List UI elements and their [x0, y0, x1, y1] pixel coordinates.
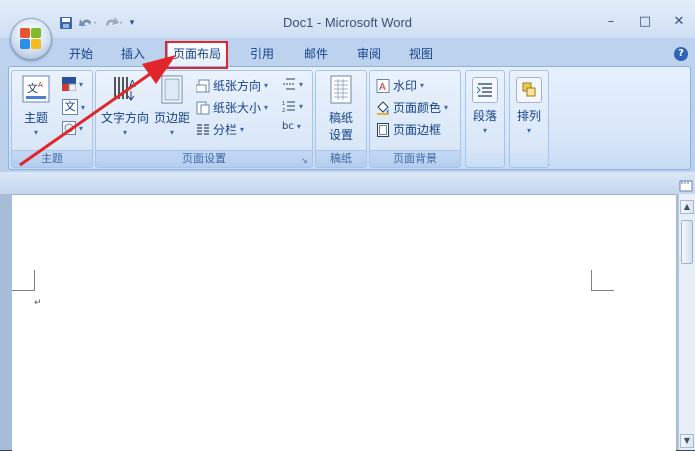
word-window: ▾ Doc1 - Microsoft Word – □ ✕ 开始 插入 页面布局… [0, 0, 695, 451]
watermark-button[interactable]: A 水印 ▾ [376, 77, 424, 94]
maximize-button[interactable]: □ [637, 14, 653, 29]
line-numbers-button[interactable]: 1 2 ▾ [282, 99, 303, 114]
watermark-icon: A [376, 78, 390, 93]
dialog-launcher-icon[interactable]: ↘ [301, 156, 310, 165]
page-color-button[interactable]: 页面颜色 ▾ [376, 99, 448, 116]
size-label: 纸张大小 [213, 101, 262, 115]
page-borders-button[interactable]: 页面边框 [376, 121, 441, 138]
draft-paper-icon [327, 75, 355, 105]
svg-text:2: 2 [282, 108, 285, 113]
watermark-label: 水印 [393, 79, 418, 93]
theme-effects-button[interactable]: ▾ [62, 121, 83, 135]
theme-colors-button[interactable]: ▾ [62, 77, 83, 92]
office-logo-icon [20, 28, 42, 50]
tab-highlight-box [165, 41, 228, 69]
arrange-icon [516, 77, 542, 103]
arrange-button[interactable]: 排列 ▾ [513, 77, 545, 135]
group-themes: 文A 主题 ▾ ▾ 文 ▾ ▾ 主题 [11, 70, 93, 168]
tab-insert[interactable]: 插入 [118, 44, 148, 64]
arrange-label: 排列 [516, 109, 541, 123]
group-page-background: A 水印 ▾ 页面颜色 ▾ 页面边框 页面背景 [369, 70, 461, 168]
paragraph-label: 段落 [472, 109, 497, 123]
tab-view[interactable]: 视图 [406, 44, 436, 64]
paper-size-icon [196, 101, 210, 115]
theme-fonts-icon: 文 [62, 99, 78, 115]
text-direction-label: 文字方向 [100, 111, 149, 125]
ruler-strip [0, 172, 695, 194]
group-label-page-background: 页面背景 [370, 150, 460, 167]
group-draft-paper: 稿纸 设置 稿纸 [315, 70, 367, 168]
margins-label: 页边距 [153, 111, 190, 125]
breaks-button[interactable]: ▾ [282, 77, 303, 91]
theme-colors-icon [62, 77, 77, 92]
theme-fonts-button[interactable]: 文 ▾ [62, 99, 85, 115]
themes-button[interactable]: 文A 主题 ▾ [16, 75, 56, 137]
group-paragraph: 段落 ▾ [465, 70, 505, 168]
window-controls: – □ ✕ [603, 14, 687, 29]
page-borders-label: 页面边框 [393, 123, 442, 137]
group-label-themes: 主题 [12, 150, 92, 167]
tab-home[interactable]: 开始 [66, 44, 96, 64]
hyphenation-button[interactable]: bc ▾ [282, 121, 301, 132]
group-label-page-setup: 页面设置 [96, 150, 312, 167]
orientation-button[interactable]: 纸张方向 ▾ [195, 77, 268, 94]
chevron-down-icon: ▾ [33, 128, 38, 137]
columns-icon [196, 123, 210, 137]
paint-bucket-icon [376, 100, 390, 115]
minimize-button[interactable]: – [603, 14, 619, 29]
scroll-down-button[interactable]: ▼ [680, 434, 694, 448]
theme-effects-icon [62, 121, 76, 135]
document-page[interactable] [12, 194, 676, 451]
margin-corner-right [591, 270, 614, 291]
page-color-label: 页面颜色 [393, 101, 442, 115]
themes-icon: 文A [22, 75, 50, 105]
chevron-down-icon: ▾ [122, 128, 127, 137]
scroll-up-button[interactable]: ▲ [680, 200, 694, 214]
svg-text:1: 1 [282, 101, 285, 107]
breaks-icon [282, 77, 296, 91]
hyphenation-icon: bc [282, 121, 294, 132]
svg-text:文: 文 [27, 81, 38, 95]
page-borders-icon [376, 122, 390, 137]
size-button[interactable]: 纸张大小 ▾ [196, 99, 268, 116]
group-label-draft-paper: 稿纸 [316, 150, 366, 167]
group-page-setup: A 文字方向 ▾ 页边距 ▾ 纸张方向 ▾ 纸张大小 ▾ 分栏 ▾ ▾ 1 2 … [95, 70, 313, 168]
ribbon: 文A 主题 ▾ ▾ 文 ▾ ▾ 主题 A 文字方向 ▾ 页边距 ▾ 纸张方向 ▾… [8, 66, 691, 170]
window-title: Doc1 - Microsoft Word [282, 15, 413, 30]
chevron-down-icon: ▾ [526, 126, 531, 135]
paragraph-button[interactable]: 段落 ▾ [469, 77, 501, 135]
line-numbers-icon: 12 [282, 99, 296, 114]
svg-text:A: A [38, 81, 43, 89]
tab-review[interactable]: 审阅 [354, 44, 384, 64]
ruler-toggle-icon[interactable] [679, 179, 693, 193]
themes-label: 主题 [23, 111, 48, 125]
orientation-icon [195, 79, 210, 93]
text-direction-icon: A [111, 75, 139, 105]
ribbon-tabs: 开始 插入 页面布局 引用 邮件 审阅 视图 [0, 40, 695, 67]
columns-button[interactable]: 分栏 ▾ [196, 121, 244, 138]
office-button[interactable] [10, 18, 52, 60]
draft-setup-label-1: 稿纸 [328, 111, 353, 125]
orientation-label: 纸张方向 [213, 79, 262, 93]
tab-references[interactable]: 引用 [247, 44, 277, 64]
paragraph-icon [472, 77, 498, 103]
chevron-down-icon: ▾ [169, 128, 174, 137]
tab-mailings[interactable]: 邮件 [301, 44, 331, 64]
margin-corner-left [12, 270, 35, 291]
draft-setup-label-2: 设置 [328, 128, 353, 142]
svg-text:A: A [129, 79, 136, 90]
margins-button[interactable]: 页边距 ▾ [152, 75, 192, 137]
text-direction-button[interactable]: A 文字方向 ▾ [100, 75, 150, 137]
scroll-thumb[interactable] [681, 220, 693, 264]
draft-setup-button[interactable]: 稿纸 设置 [322, 75, 360, 143]
vertical-scrollbar[interactable]: ▲ ▼ [678, 194, 695, 450]
margins-icon [158, 75, 186, 105]
help-icon[interactable]: ? [674, 47, 688, 61]
svg-text:A: A [379, 82, 386, 93]
paragraph-mark: ↵ [34, 298, 42, 308]
columns-label: 分栏 [213, 123, 238, 137]
group-arrange: 排列 ▾ [509, 70, 549, 168]
close-button[interactable]: ✕ [671, 14, 687, 29]
chevron-down-icon: ▾ [482, 126, 487, 135]
